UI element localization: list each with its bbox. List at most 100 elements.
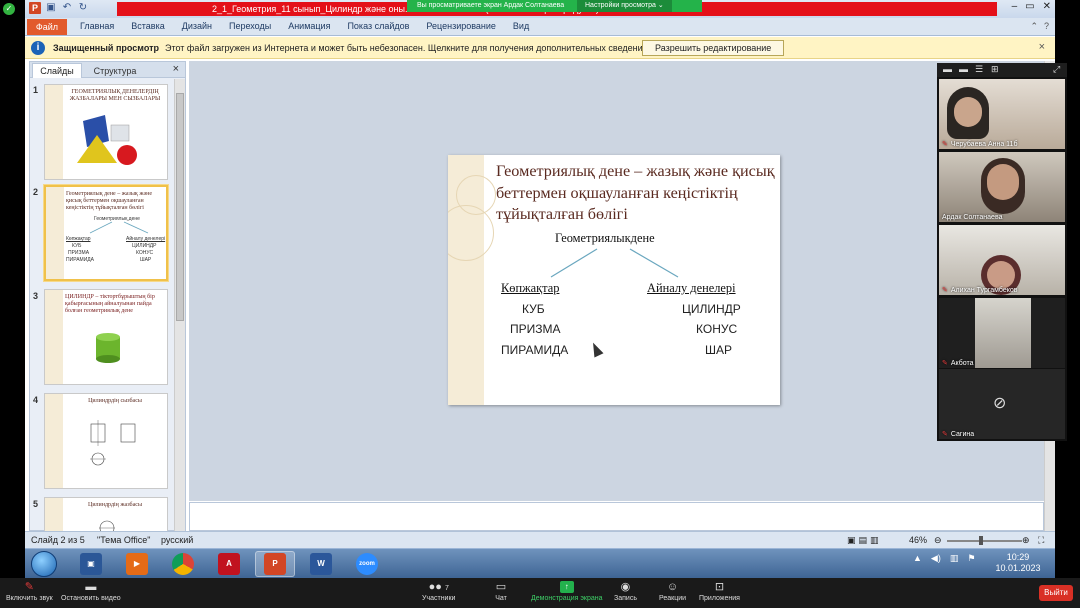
unmute-button[interactable]: ✎ Включить звук [6, 581, 53, 602]
thumb-title: Цилиндрдің жазбасы [88, 502, 142, 508]
participant-name: ✎ Черубаева Анна 11б [942, 141, 1018, 148]
powerpoint-icon: P [264, 553, 286, 575]
tab-slideshow[interactable]: Показ слайдов [347, 21, 409, 31]
record-button[interactable]: ◉ Запись [614, 581, 637, 602]
taskbar-acrobat[interactable]: A [209, 551, 249, 577]
participants-button[interactable]: ●● 7 Участники [422, 581, 455, 602]
chat-button[interactable]: ▭ Чат [494, 581, 508, 602]
volume-icon[interactable]: ◀) [931, 553, 941, 564]
taskbar-save-app[interactable]: ▣ [71, 551, 111, 577]
thumb-number: 1 [33, 85, 39, 95]
close-panel-icon[interactable]: × [173, 63, 179, 75]
grid-view-icon[interactable]: ⊞ [991, 64, 999, 75]
fit-window-icon[interactable]: ⛶ [1038, 535, 1044, 546]
apps-button[interactable]: ⊡ Приложения [699, 581, 740, 602]
tab-animations[interactable]: Анимация [288, 21, 330, 31]
close-bar-icon[interactable]: × [1039, 41, 1045, 53]
tray-arrow-icon[interactable]: ▲ [913, 553, 922, 564]
view-options-button[interactable]: Настройки просмотра ⌄ [577, 0, 672, 12]
redo-icon[interactable]: ↻ [77, 2, 89, 14]
participant-face [987, 164, 1019, 200]
leave-button[interactable]: Выйти [1039, 585, 1073, 601]
zoom-app-icon: zoom [356, 553, 378, 575]
tab-slides[interactable]: Слайды [32, 63, 82, 78]
tab-design[interactable]: Дизайн [182, 21, 212, 31]
taskbar-powerpoint[interactable]: P [255, 551, 295, 577]
slide-thumbnail-2[interactable]: Геометриялық дене – жазық және қисық бет… [44, 185, 168, 281]
participant-tile[interactable]: Ардак Солтанаева [939, 152, 1065, 222]
participant-tile[interactable]: ✎ Акбота [939, 298, 1065, 368]
language[interactable]: русский [161, 535, 193, 545]
thumbnail-scrollbar[interactable] [174, 79, 185, 531]
record-icon: ◉ [620, 581, 631, 593]
powerpoint-window: P ▣ ↶ ↻ 2_1_Геометрия_11 сынып_Цилиндр ж… [25, 0, 1055, 578]
slide-thumbnail-4[interactable]: Цилиндрдің сызбасы [44, 393, 168, 489]
taskbar-word[interactable]: W [301, 551, 341, 577]
clock[interactable]: 10:29 10.01.2023 [990, 552, 1046, 574]
slide-editor: Геометриялық дене – жазық және қисық бет… [189, 61, 1044, 501]
share-screen-button[interactable]: ↑ Демонстрация экрана [531, 581, 603, 602]
start-button-icon[interactable] [31, 551, 57, 577]
slide-thumbnail-1[interactable]: ГЕОМЕТРИЯЛЫҚ ДЕНЕЛЕРДІҢ ЖАЗБАЛАРЫ МЕН СЫ… [44, 84, 168, 180]
tab-home[interactable]: Главная [80, 21, 114, 31]
taskbar-zoom[interactable]: zoom [347, 551, 387, 577]
participant-face [987, 261, 1015, 289]
current-slide[interactable]: Геометриялық дене – жазық және қисық бет… [448, 155, 780, 405]
thumb-title: Цилиндрдің сызбасы [88, 398, 142, 404]
flag-icon[interactable]: ⚑ [967, 553, 975, 564]
save-icon[interactable]: ▣ [45, 2, 57, 14]
enable-editing-button[interactable]: Разрешить редактирование [642, 40, 785, 56]
zoom-out-icon[interactable]: ⊖ [934, 535, 942, 546]
tab-view[interactable]: Вид [513, 21, 529, 31]
gallery-hide-icon[interactable]: ▬ [959, 64, 968, 74]
zoom-in-icon[interactable]: ⊕ [1022, 535, 1030, 546]
maximize-icon[interactable]: ▭ [1025, 1, 1034, 12]
close-window-icon[interactable]: ✕ [1043, 1, 1051, 12]
participant-name: ✎ Алихан Тургамбеков [942, 287, 1018, 294]
view-buttons-icon[interactable]: ▣▤▥ [847, 535, 882, 546]
minimize-ribbon-icon[interactable]: ⌃ [1030, 21, 1038, 32]
status-bar: Слайд 2 из 5 "Тема Office" русский ▣▤▥ 4… [25, 531, 1055, 548]
file-tab[interactable]: Файл [27, 19, 67, 35]
zoom-slider[interactable] [947, 536, 1022, 545]
scroll-thumb[interactable] [176, 93, 184, 321]
expand-gallery-icon[interactable]: ⤢ [1053, 64, 1060, 75]
participant-tile[interactable]: ✎ Черубаева Анна 11б [939, 79, 1065, 149]
tab-insert[interactable]: Вставка [131, 21, 164, 31]
taskbar-media-player[interactable]: ▶ [117, 551, 157, 577]
windows-taskbar: ▣ ▶ A P W zoom ▲ ◀) ▥ ⚑ 10:29 10.01.2023 [25, 548, 1055, 578]
thumb-number: 4 [33, 395, 39, 405]
protected-view-bar: i Защищенный просмотр Этот файл загружен… [25, 37, 1055, 59]
theme-name[interactable]: "Тема Office" [97, 535, 150, 545]
mouse-cursor-icon [588, 340, 604, 358]
participant-name: ✎ Сагина [942, 431, 975, 438]
participant-tile[interactable]: ⊘ ✎ Сагина [939, 369, 1065, 439]
stop-video-button[interactable]: ▬ Остановить видео [61, 581, 121, 602]
camera-icon: ▬ [85, 581, 97, 593]
chrome-icon [172, 553, 194, 575]
slide-thumbnail-3[interactable]: ЦИЛИНДР – тіктортбұрыштың бір қабырғасын… [44, 289, 168, 385]
participant-tile[interactable]: ✎ Алихан Тургамбеков [939, 225, 1065, 295]
slide-thumbnail-5[interactable]: Цилиндрдің жазбасы [44, 497, 168, 531]
speaker-view-icon[interactable]: ☰ [975, 64, 983, 75]
undo-icon[interactable]: ↶ [61, 2, 73, 14]
network-icon[interactable]: ▥ [950, 553, 959, 564]
polyhedra-heading: Көпжақтар [501, 281, 560, 295]
protected-view-message[interactable]: Этот файл загружен из Интернета и может … [165, 43, 650, 53]
help-icon[interactable]: ? [1044, 21, 1049, 32]
minimize-icon[interactable]: – [1012, 1, 1018, 12]
zoom-slider-handle[interactable] [979, 536, 983, 545]
left-item: КУБ [522, 302, 545, 316]
tab-review[interactable]: Рецензирование [426, 21, 496, 31]
tab-outline[interactable]: Структура [87, 64, 143, 78]
notes-pane[interactable] [189, 502, 1044, 531]
taskbar-chrome[interactable] [163, 551, 203, 577]
clock-time: 10:29 [1006, 552, 1030, 562]
tab-transitions[interactable]: Переходы [229, 21, 271, 31]
zoom-level[interactable]: 46% [909, 535, 927, 545]
zoom-viewing-label: Вы просматриваете экран Ардак Солтанаева [417, 2, 565, 9]
minimize-gallery-icon[interactable]: ▬ [943, 64, 952, 74]
reactions-button[interactable]: ☺ Реакции [659, 581, 686, 602]
cylinder-drawing-image [90, 420, 136, 466]
thumb-decor [45, 85, 63, 179]
